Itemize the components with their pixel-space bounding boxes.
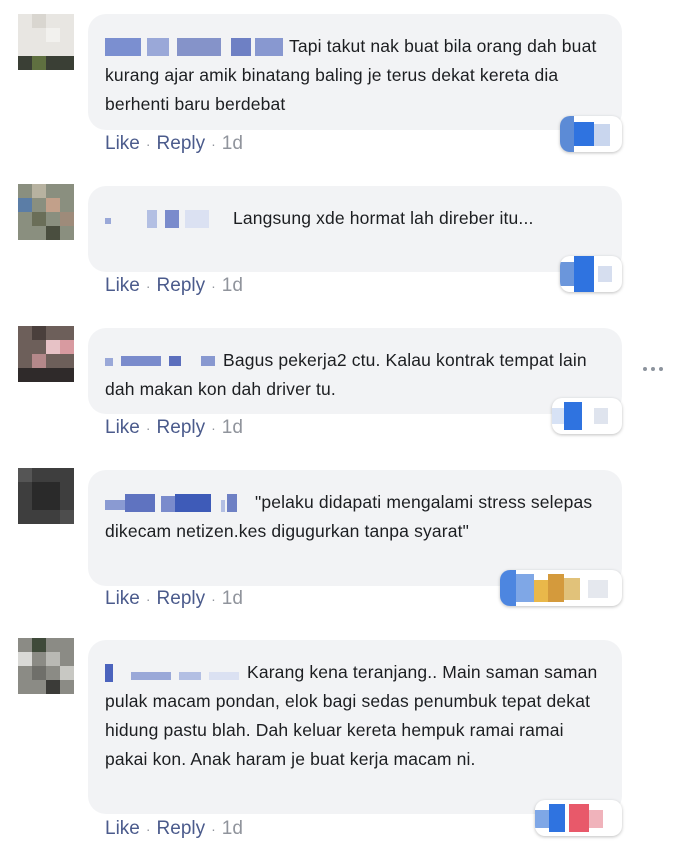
reply-button[interactable]: Reply: [157, 417, 206, 439]
like-button[interactable]: Like: [105, 818, 140, 840]
avatar[interactable]: [18, 184, 74, 240]
reaction-count-blurred[interactable]: [535, 800, 622, 836]
like-button[interactable]: Like: [105, 275, 140, 297]
like-button[interactable]: Like: [105, 588, 140, 610]
reaction-count-blurred[interactable]: [500, 570, 622, 606]
timestamp[interactable]: 1d: [222, 275, 243, 297]
reaction-count-blurred[interactable]: [560, 256, 622, 292]
comment-actions: Like · Reply · 1d: [105, 417, 243, 439]
commenter-name-blurred[interactable]: [105, 494, 249, 513]
reply-button[interactable]: Reply: [157, 133, 206, 155]
reply-button[interactable]: Reply: [157, 275, 206, 297]
avatar[interactable]: [18, 14, 74, 70]
comment-bubble: "pelaku didapati mengalami stress selepa…: [88, 470, 622, 586]
like-button[interactable]: Like: [105, 133, 140, 155]
comment-actions: Like · Reply · 1d: [105, 818, 243, 840]
avatar[interactable]: [18, 326, 74, 382]
commenter-name-blurred[interactable]: [105, 210, 227, 229]
timestamp[interactable]: 1d: [222, 818, 243, 840]
commenter-name-blurred[interactable]: [105, 664, 241, 683]
timestamp[interactable]: 1d: [222, 417, 243, 439]
commenter-name-blurred[interactable]: [105, 352, 217, 370]
comment-text: Langsung xde hormat lah direber itu...: [233, 208, 534, 228]
comment-actions: Like · Reply · 1d: [105, 588, 243, 610]
comment-actions: Like · Reply · 1d: [105, 133, 243, 155]
comment-bubble: Tapi takut nak buat bila orang dah buat …: [88, 14, 622, 130]
reply-button[interactable]: Reply: [157, 588, 206, 610]
like-button[interactable]: Like: [105, 417, 140, 439]
timestamp[interactable]: 1d: [222, 588, 243, 610]
more-options-icon[interactable]: [643, 362, 669, 376]
avatar[interactable]: [18, 638, 74, 694]
commenter-name-blurred[interactable]: [105, 38, 283, 57]
reaction-count-blurred[interactable]: [552, 398, 622, 434]
comment-bubble: Langsung xde hormat lah direber itu...: [88, 186, 622, 272]
reply-button[interactable]: Reply: [157, 818, 206, 840]
reaction-count-blurred[interactable]: [560, 116, 622, 152]
comment-bubble: Bagus pekerja2 ctu. Kalau kontrak tempat…: [88, 328, 622, 414]
comment-actions: Like · Reply · 1d: [105, 275, 243, 297]
avatar[interactable]: [18, 468, 74, 524]
comment-bubble: Karang kena teranjang.. Main saman saman…: [88, 640, 622, 814]
timestamp[interactable]: 1d: [222, 133, 243, 155]
